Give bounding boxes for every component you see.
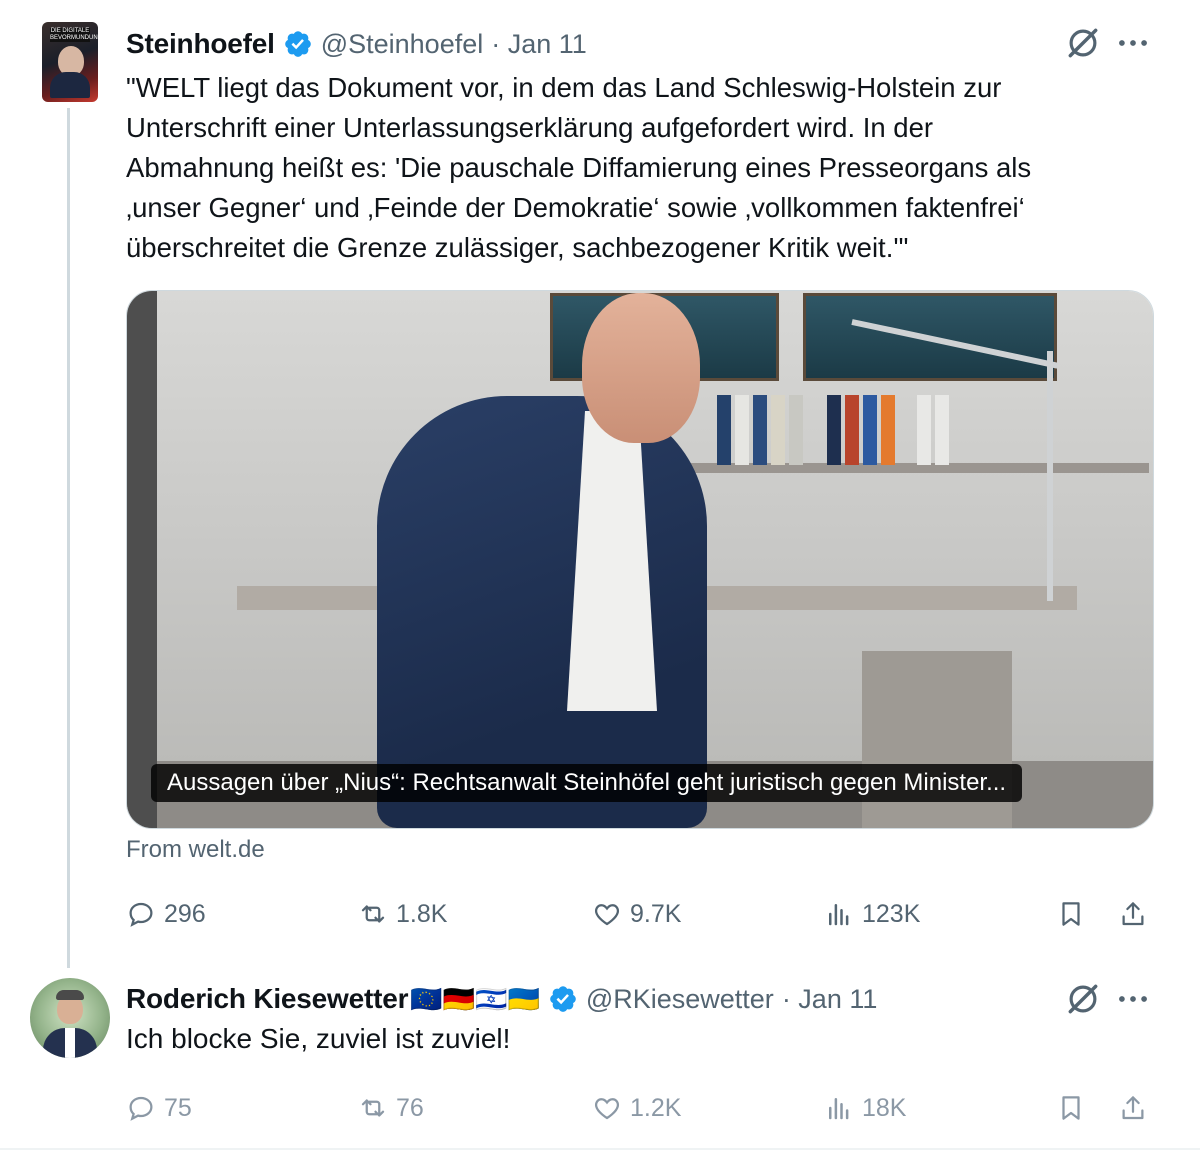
reply-icon <box>129 1096 153 1121</box>
like-count: 9.7K <box>630 899 682 928</box>
author-flags: 🇪🇺🇩🇪🇮🇱🇺🇦 <box>410 983 540 1014</box>
share-icon <box>1122 902 1144 926</box>
author-handle[interactable]: @Steinhoefel <box>321 29 484 60</box>
photo-binder <box>771 395 785 465</box>
reply-count: 75 <box>164 1093 192 1122</box>
photo-binder <box>717 395 731 465</box>
share-button[interactable] <box>1118 1086 1148 1130</box>
repost-count: 1.8K <box>396 899 448 928</box>
photo-binder <box>935 395 949 465</box>
repost-button[interactable]: 1.8K <box>358 892 447 936</box>
author-name[interactable]: Roderich Kiesewetter <box>126 983 409 1015</box>
author-name[interactable]: Steinhoefel <box>126 28 275 60</box>
photo-binder <box>753 395 767 465</box>
reply-icon <box>129 902 153 927</box>
photo-binder <box>735 395 749 465</box>
tweet-header: Roderich Kiesewetter 🇪🇺🇩🇪🇮🇱🇺🇦 @RKiesewet… <box>126 978 877 1020</box>
link-card[interactable]: Aussagen über „Nius“: Rechtsanwalt Stein… <box>126 290 1154 829</box>
photo-binder <box>881 395 895 465</box>
photo-binder <box>827 395 841 465</box>
reply-button[interactable]: 296 <box>126 892 206 936</box>
author-handle[interactable]: @RKiesewetter <box>586 984 774 1015</box>
views-count: 123K <box>862 899 921 928</box>
views-button[interactable]: 18K <box>824 1086 906 1130</box>
link-source[interactable]: From welt.de <box>126 836 265 864</box>
avatar-book-title: DIE DIGITALE BEVORMUNDUNG <box>50 28 103 42</box>
avatar-kiesewetter[interactable] <box>30 978 110 1058</box>
link-card-image <box>127 291 1153 828</box>
like-icon <box>594 904 620 926</box>
like-button[interactable]: 9.7K <box>592 892 681 936</box>
repost-count: 76 <box>396 1093 424 1122</box>
photo-person-head <box>582 293 700 443</box>
tweet-actions: 75 76 1.2K 18K <box>126 1086 1156 1130</box>
repost-button[interactable]: 76 <box>358 1086 424 1130</box>
thread-connector <box>67 108 70 968</box>
grok-icon[interactable] <box>1064 24 1102 62</box>
like-icon <box>594 1098 620 1120</box>
bookmark-button[interactable] <box>1056 1086 1086 1130</box>
tweet-text: "WELT liegt das Dokument vor, in dem das… <box>126 72 1032 263</box>
views-icon <box>829 1098 849 1120</box>
tweet-date[interactable]: · Jan 11 <box>782 984 878 1015</box>
tweet-text: Ich blocke Sie, zuviel ist zuviel! <box>126 1023 511 1054</box>
views-icon <box>829 904 849 926</box>
bookmark-icon <box>1062 902 1080 926</box>
tweet-date[interactable]: · Jan 11 <box>491 29 587 60</box>
photo-lamp-pole <box>1047 351 1053 601</box>
repost-icon <box>361 905 385 923</box>
link-card-title[interactable]: Aussagen über „Nius“: Rechtsanwalt Stein… <box>151 764 1023 802</box>
grok-icon[interactable] <box>1064 980 1102 1018</box>
photo-binder <box>917 395 931 465</box>
avatar-steinhoefel[interactable]: DIE DIGITALE BEVORMUNDUNG <box>42 22 103 102</box>
verified-badge-icon <box>550 986 576 1012</box>
bookmark-button[interactable] <box>1056 892 1086 936</box>
photo-binder <box>845 395 859 465</box>
share-button[interactable] <box>1118 892 1148 936</box>
photo-wall <box>127 291 157 828</box>
avatar-suit <box>50 72 90 98</box>
photo-binder <box>863 395 877 465</box>
views-button[interactable]: 123K <box>824 892 920 936</box>
views-count: 18K <box>862 1093 907 1122</box>
photo-binder <box>789 395 803 465</box>
avatar-shirt <box>65 1028 75 1058</box>
tweet-actions: 296 1.8K 9.7K 123K <box>126 892 1156 936</box>
repost-icon <box>361 1099 385 1117</box>
avatar-hair <box>56 990 84 1000</box>
tweet-header: Steinhoefel @Steinhoefel · Jan 11 <box>126 24 587 64</box>
reply-count: 296 <box>164 899 206 928</box>
more-icon[interactable] <box>1114 24 1152 62</box>
more-icon[interactable] <box>1114 980 1152 1018</box>
share-icon <box>1122 1096 1144 1120</box>
like-button[interactable]: 1.2K <box>592 1086 681 1130</box>
verified-badge-icon <box>284 31 311 57</box>
reply-button[interactable]: 75 <box>126 1086 192 1130</box>
divider <box>0 1148 1200 1150</box>
bookmark-icon <box>1062 1096 1080 1120</box>
like-count: 1.2K <box>630 1093 682 1122</box>
